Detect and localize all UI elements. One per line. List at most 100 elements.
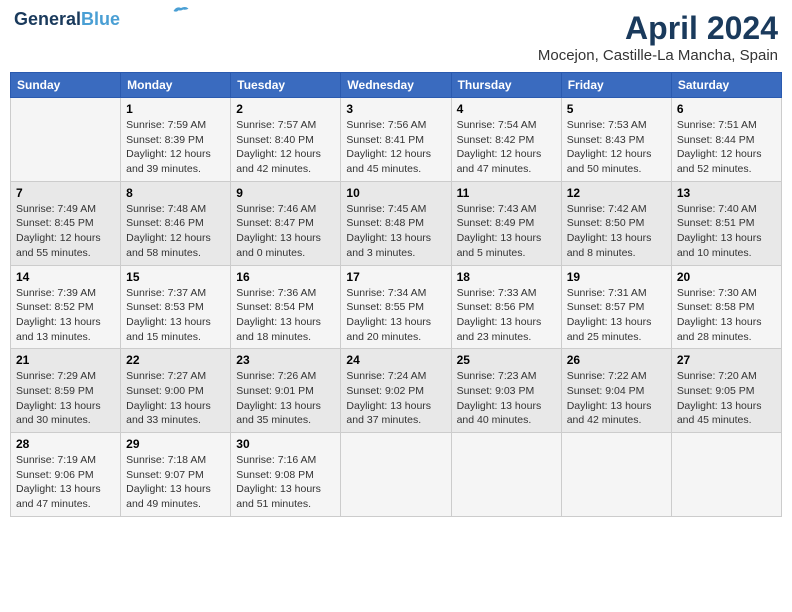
calendar-cell: 5 Sunrise: 7:53 AMSunset: 8:43 PMDaylight…: [561, 98, 671, 182]
calendar-table: SundayMondayTuesdayWednesdayThursdayFrid…: [10, 72, 782, 517]
day-number: 22: [126, 353, 225, 367]
calendar-cell: 7Sunrise: 7:49 AMSunset: 8:45 PMDaylight…: [11, 181, 121, 265]
day-info: Sunrise: 7:39 AMSunset: 8:52 PMDaylight:…: [16, 286, 115, 345]
day-number: 27: [677, 353, 776, 367]
day-number: 4: [457, 102, 556, 116]
calendar-cell: 14 Sunrise: 7:39 AMSunset: 8:52 PMDayligh…: [11, 265, 121, 349]
day-info: Sunrise: 7:33 AMSunset: 8:56 PMDaylight:…: [457, 286, 556, 345]
day-number: 29: [126, 437, 225, 451]
day-number: 10: [346, 186, 445, 200]
day-number: 30: [236, 437, 335, 451]
calendar-cell: 15 Sunrise: 7:37 AMSunset: 8:53 PMDayligh…: [121, 265, 231, 349]
day-number: 17: [346, 270, 445, 284]
logo-text: GeneralBlue: [14, 10, 120, 30]
day-number: 20: [677, 270, 776, 284]
header-cell-tuesday: Tuesday: [231, 73, 341, 98]
day-info: Sunrise: 7:56 AMSunset: 8:41 PMDaylight:…: [346, 118, 445, 177]
calendar-cell: [451, 433, 561, 517]
calendar-cell: 10 Sunrise: 7:45 AMSunset: 8:48 PMDayligh…: [341, 181, 451, 265]
calendar-cell: 19 Sunrise: 7:31 AMSunset: 8:57 PMDayligh…: [561, 265, 671, 349]
day-number: 15: [126, 270, 225, 284]
day-number: 19: [567, 270, 666, 284]
calendar-cell: 2 Sunrise: 7:57 AMSunset: 8:40 PMDaylight…: [231, 98, 341, 182]
day-info: Sunrise: 7:19 AMSunset: 9:06 PMDaylight:…: [16, 453, 115, 512]
day-info: Sunrise: 7:48 AMSunset: 8:46 PMDaylight:…: [126, 202, 225, 261]
day-number: 2: [236, 102, 335, 116]
day-info: Sunrise: 7:40 AMSunset: 8:51 PMDaylight:…: [677, 202, 776, 261]
calendar-cell: [671, 433, 781, 517]
location-title: Mocejon, Castille-La Mancha, Spain: [538, 47, 778, 64]
calendar-body: 1 Sunrise: 7:59 AMSunset: 8:39 PMDaylight…: [11, 98, 782, 517]
calendar-cell: 26 Sunrise: 7:22 AMSunset: 9:04 PMDayligh…: [561, 349, 671, 433]
calendar-cell: 30 Sunrise: 7:16 AMSunset: 9:08 PMDayligh…: [231, 433, 341, 517]
day-info: Sunrise: 7:46 AMSunset: 8:47 PMDaylight:…: [236, 202, 335, 261]
calendar-cell: 12 Sunrise: 7:42 AMSunset: 8:50 PMDayligh…: [561, 181, 671, 265]
calendar-cell: 18 Sunrise: 7:33 AMSunset: 8:56 PMDayligh…: [451, 265, 561, 349]
day-info: Sunrise: 7:57 AMSunset: 8:40 PMDaylight:…: [236, 118, 335, 177]
day-info: Sunrise: 7:26 AMSunset: 9:01 PMDaylight:…: [236, 369, 335, 428]
day-number: 13: [677, 186, 776, 200]
logo-bird-icon: [172, 4, 190, 18]
month-title: April 2024: [538, 10, 778, 47]
day-number: 14: [16, 270, 115, 284]
day-info: Sunrise: 7:37 AMSunset: 8:53 PMDaylight:…: [126, 286, 225, 345]
day-number: 7: [16, 186, 115, 200]
week-row-4: 21 Sunrise: 7:29 AMSunset: 8:59 PMDayligh…: [11, 349, 782, 433]
calendar-cell: 9 Sunrise: 7:46 AMSunset: 8:47 PMDaylight…: [231, 181, 341, 265]
week-row-1: 1 Sunrise: 7:59 AMSunset: 8:39 PMDaylight…: [11, 98, 782, 182]
calendar-cell: 4 Sunrise: 7:54 AMSunset: 8:42 PMDaylight…: [451, 98, 561, 182]
day-number: 3: [346, 102, 445, 116]
calendar-cell: 27 Sunrise: 7:20 AMSunset: 9:05 PMDayligh…: [671, 349, 781, 433]
calendar-cell: 16Sunrise: 7:36 AMSunset: 8:54 PMDayligh…: [231, 265, 341, 349]
day-number: 18: [457, 270, 556, 284]
day-info: Sunrise: 7:23 AMSunset: 9:03 PMDaylight:…: [457, 369, 556, 428]
calendar-cell: 1 Sunrise: 7:59 AMSunset: 8:39 PMDaylight…: [121, 98, 231, 182]
week-row-2: 7Sunrise: 7:49 AMSunset: 8:45 PMDaylight…: [11, 181, 782, 265]
calendar-cell: [341, 433, 451, 517]
day-info: Sunrise: 7:53 AMSunset: 8:43 PMDaylight:…: [567, 118, 666, 177]
day-number: 21: [16, 353, 115, 367]
header-cell-friday: Friday: [561, 73, 671, 98]
calendar-cell: 17 Sunrise: 7:34 AMSunset: 8:55 PMDayligh…: [341, 265, 451, 349]
calendar-cell: 29 Sunrise: 7:18 AMSunset: 9:07 PMDayligh…: [121, 433, 231, 517]
calendar-cell: 22Sunrise: 7:27 AMSunset: 9:00 PMDayligh…: [121, 349, 231, 433]
day-info: Sunrise: 7:51 AMSunset: 8:44 PMDaylight:…: [677, 118, 776, 177]
day-number: 16: [236, 270, 335, 284]
day-info: Sunrise: 7:54 AMSunset: 8:42 PMDaylight:…: [457, 118, 556, 177]
calendar-cell: 20Sunrise: 7:30 AMSunset: 8:58 PMDayligh…: [671, 265, 781, 349]
day-number: 5: [567, 102, 666, 116]
day-info: Sunrise: 7:20 AMSunset: 9:05 PMDaylight:…: [677, 369, 776, 428]
day-number: 25: [457, 353, 556, 367]
day-number: 28: [16, 437, 115, 451]
calendar-cell: 11 Sunrise: 7:43 AMSunset: 8:49 PMDayligh…: [451, 181, 561, 265]
calendar-cell: 24Sunrise: 7:24 AMSunset: 9:02 PMDayligh…: [341, 349, 451, 433]
calendar-cell: 23 Sunrise: 7:26 AMSunset: 9:01 PMDayligh…: [231, 349, 341, 433]
day-info: Sunrise: 7:29 AMSunset: 8:59 PMDaylight:…: [16, 369, 115, 428]
calendar-cell: 8Sunrise: 7:48 AMSunset: 8:46 PMDaylight…: [121, 181, 231, 265]
day-number: 11: [457, 186, 556, 200]
day-info: Sunrise: 7:22 AMSunset: 9:04 PMDaylight:…: [567, 369, 666, 428]
day-number: 26: [567, 353, 666, 367]
day-number: 1: [126, 102, 225, 116]
day-info: Sunrise: 7:34 AMSunset: 8:55 PMDaylight:…: [346, 286, 445, 345]
calendar-cell: 21 Sunrise: 7:29 AMSunset: 8:59 PMDayligh…: [11, 349, 121, 433]
day-info: Sunrise: 7:59 AMSunset: 8:39 PMDaylight:…: [126, 118, 225, 177]
calendar-cell: 6Sunrise: 7:51 AMSunset: 8:44 PMDaylight…: [671, 98, 781, 182]
calendar-cell: [11, 98, 121, 182]
day-number: 23: [236, 353, 335, 367]
calendar-cell: 28 Sunrise: 7:19 AMSunset: 9:06 PMDayligh…: [11, 433, 121, 517]
week-row-5: 28 Sunrise: 7:19 AMSunset: 9:06 PMDayligh…: [11, 433, 782, 517]
day-info: Sunrise: 7:42 AMSunset: 8:50 PMDaylight:…: [567, 202, 666, 261]
header-cell-monday: Monday: [121, 73, 231, 98]
title-section: April 2024 Mocejon, Castille-La Mancha, …: [538, 10, 778, 64]
calendar-cell: [561, 433, 671, 517]
day-info: Sunrise: 7:18 AMSunset: 9:07 PMDaylight:…: [126, 453, 225, 512]
day-number: 9: [236, 186, 335, 200]
day-info: Sunrise: 7:16 AMSunset: 9:08 PMDaylight:…: [236, 453, 335, 512]
day-info: Sunrise: 7:31 AMSunset: 8:57 PMDaylight:…: [567, 286, 666, 345]
logo: GeneralBlue: [14, 10, 190, 30]
day-info: Sunrise: 7:43 AMSunset: 8:49 PMDaylight:…: [457, 202, 556, 261]
day-info: Sunrise: 7:45 AMSunset: 8:48 PMDaylight:…: [346, 202, 445, 261]
day-number: 12: [567, 186, 666, 200]
day-number: 24: [346, 353, 445, 367]
